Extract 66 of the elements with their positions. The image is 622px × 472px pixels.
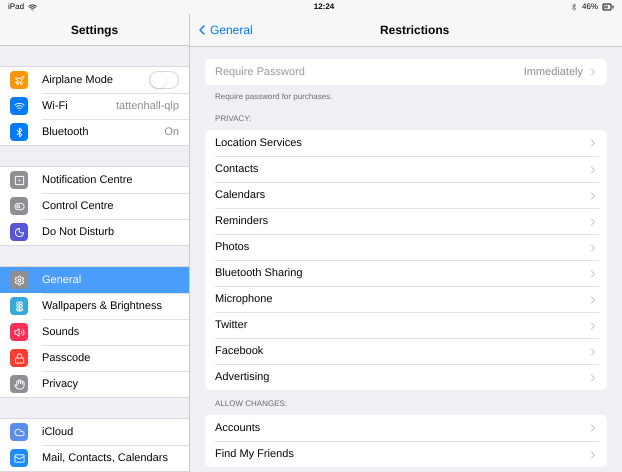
sidebar-item[interactable]: Passcode	[0, 345, 189, 371]
sidebar-item[interactable]: iCloud	[0, 419, 189, 445]
settings-row[interactable]: Find My Friends	[205, 441, 607, 467]
settings-row[interactable]: Bluetooth Sharing	[205, 260, 607, 286]
sidebar-item[interactable]: Privacy	[0, 371, 189, 397]
sidebar-title: Settings	[70, 22, 118, 38]
sidebar-item[interactable]: Control Centre	[0, 193, 189, 219]
sidebar-label: Airplane Mode	[42, 72, 114, 88]
row-label: Bluetooth Sharing	[215, 266, 304, 282]
settings-row[interactable]: Contacts	[205, 156, 607, 182]
sidebar-label: Passcode	[42, 351, 92, 366]
row-value: Immediately	[524, 64, 583, 80]
row-label: Microphone	[215, 292, 274, 308]
settings-row[interactable]: Reminders	[205, 208, 607, 234]
wifi-icon	[28, 2, 38, 12]
sidebar-item[interactable]: Mail, Contacts, Calendars	[0, 445, 189, 471]
sidebar-item[interactable]: Do Not Disturb	[0, 219, 189, 245]
back-button[interactable]: General	[190, 21, 253, 39]
sidebar-label: Control Centre	[42, 199, 115, 214]
settings-row[interactable]: Facebook	[205, 338, 607, 364]
sidebar-label: Notification Centre	[42, 172, 134, 188]
settings-row[interactable]: Microphone	[205, 286, 607, 312]
settings-row[interactable]: Photos	[205, 234, 607, 260]
settings-row[interactable]: Accounts	[205, 415, 607, 441]
sidebar-item[interactable]: Wi-Fi tattenhall-qlp	[0, 93, 189, 119]
settings-row[interactable]: Calendars	[205, 182, 607, 208]
setting-value: tattenhall-qlp	[116, 99, 179, 114]
row-label: Reminders	[215, 214, 270, 230]
section-header: ALLOW CHANGES:	[214, 398, 288, 410]
row-label: Contacts	[215, 162, 260, 178]
sidebar-item[interactable]: Airplane Mode	[0, 67, 189, 93]
sidebar-item[interactable]: Notification Centre	[0, 167, 189, 193]
row-label: Twitter	[215, 318, 248, 334]
sidebar-label: General	[42, 272, 82, 288]
row-label: Require Password	[215, 64, 306, 80]
row-label: Find My Friends	[215, 447, 295, 462]
section-footer: Require password for purchases.	[205, 85, 607, 105]
battery-percent: 46%	[582, 1, 598, 13]
settings-row[interactable]: Advertising	[205, 364, 607, 390]
clock: 12:24	[312, 1, 336, 13]
battery-icon	[602, 1, 614, 13]
sidebar-item[interactable]: Wallpapers & Brightness	[0, 293, 189, 319]
setting-value: On	[164, 125, 179, 140]
page-title: Restrictions	[380, 22, 450, 39]
bluetooth-icon	[570, 3, 578, 11]
row-label: Calendars	[215, 188, 266, 204]
sidebar-label: Do Not Disturb	[42, 225, 116, 240]
sidebar-label: Mail, Contacts, Calendars	[42, 451, 169, 466]
row-label: Photos	[215, 240, 250, 256]
sidebar-label: iCloud	[42, 424, 74, 440]
settings-row[interactable]: Location Services	[205, 130, 607, 156]
sidebar-item[interactable]: Sounds	[0, 319, 189, 345]
sidebar-label: Wallpapers & Brightness	[42, 299, 164, 314]
device-name: iPad	[8, 1, 24, 13]
sidebar-label: Wi-Fi	[42, 99, 69, 114]
sidebar-label: Sounds	[42, 325, 80, 340]
sidebar-label: Privacy	[42, 377, 80, 392]
row-label: Location Services	[215, 136, 303, 151]
row-label: Facebook	[215, 344, 264, 360]
row-label: Advertising	[215, 370, 270, 386]
section-header: PRIVACY:	[214, 113, 252, 125]
sidebar-item[interactable]: Bluetooth On	[0, 119, 189, 145]
settings-row[interactable]: Twitter	[205, 312, 607, 338]
row-label: Accounts	[215, 420, 262, 436]
airplane-toggle[interactable]	[149, 71, 179, 89]
sidebar-label: Bluetooth	[42, 125, 90, 140]
